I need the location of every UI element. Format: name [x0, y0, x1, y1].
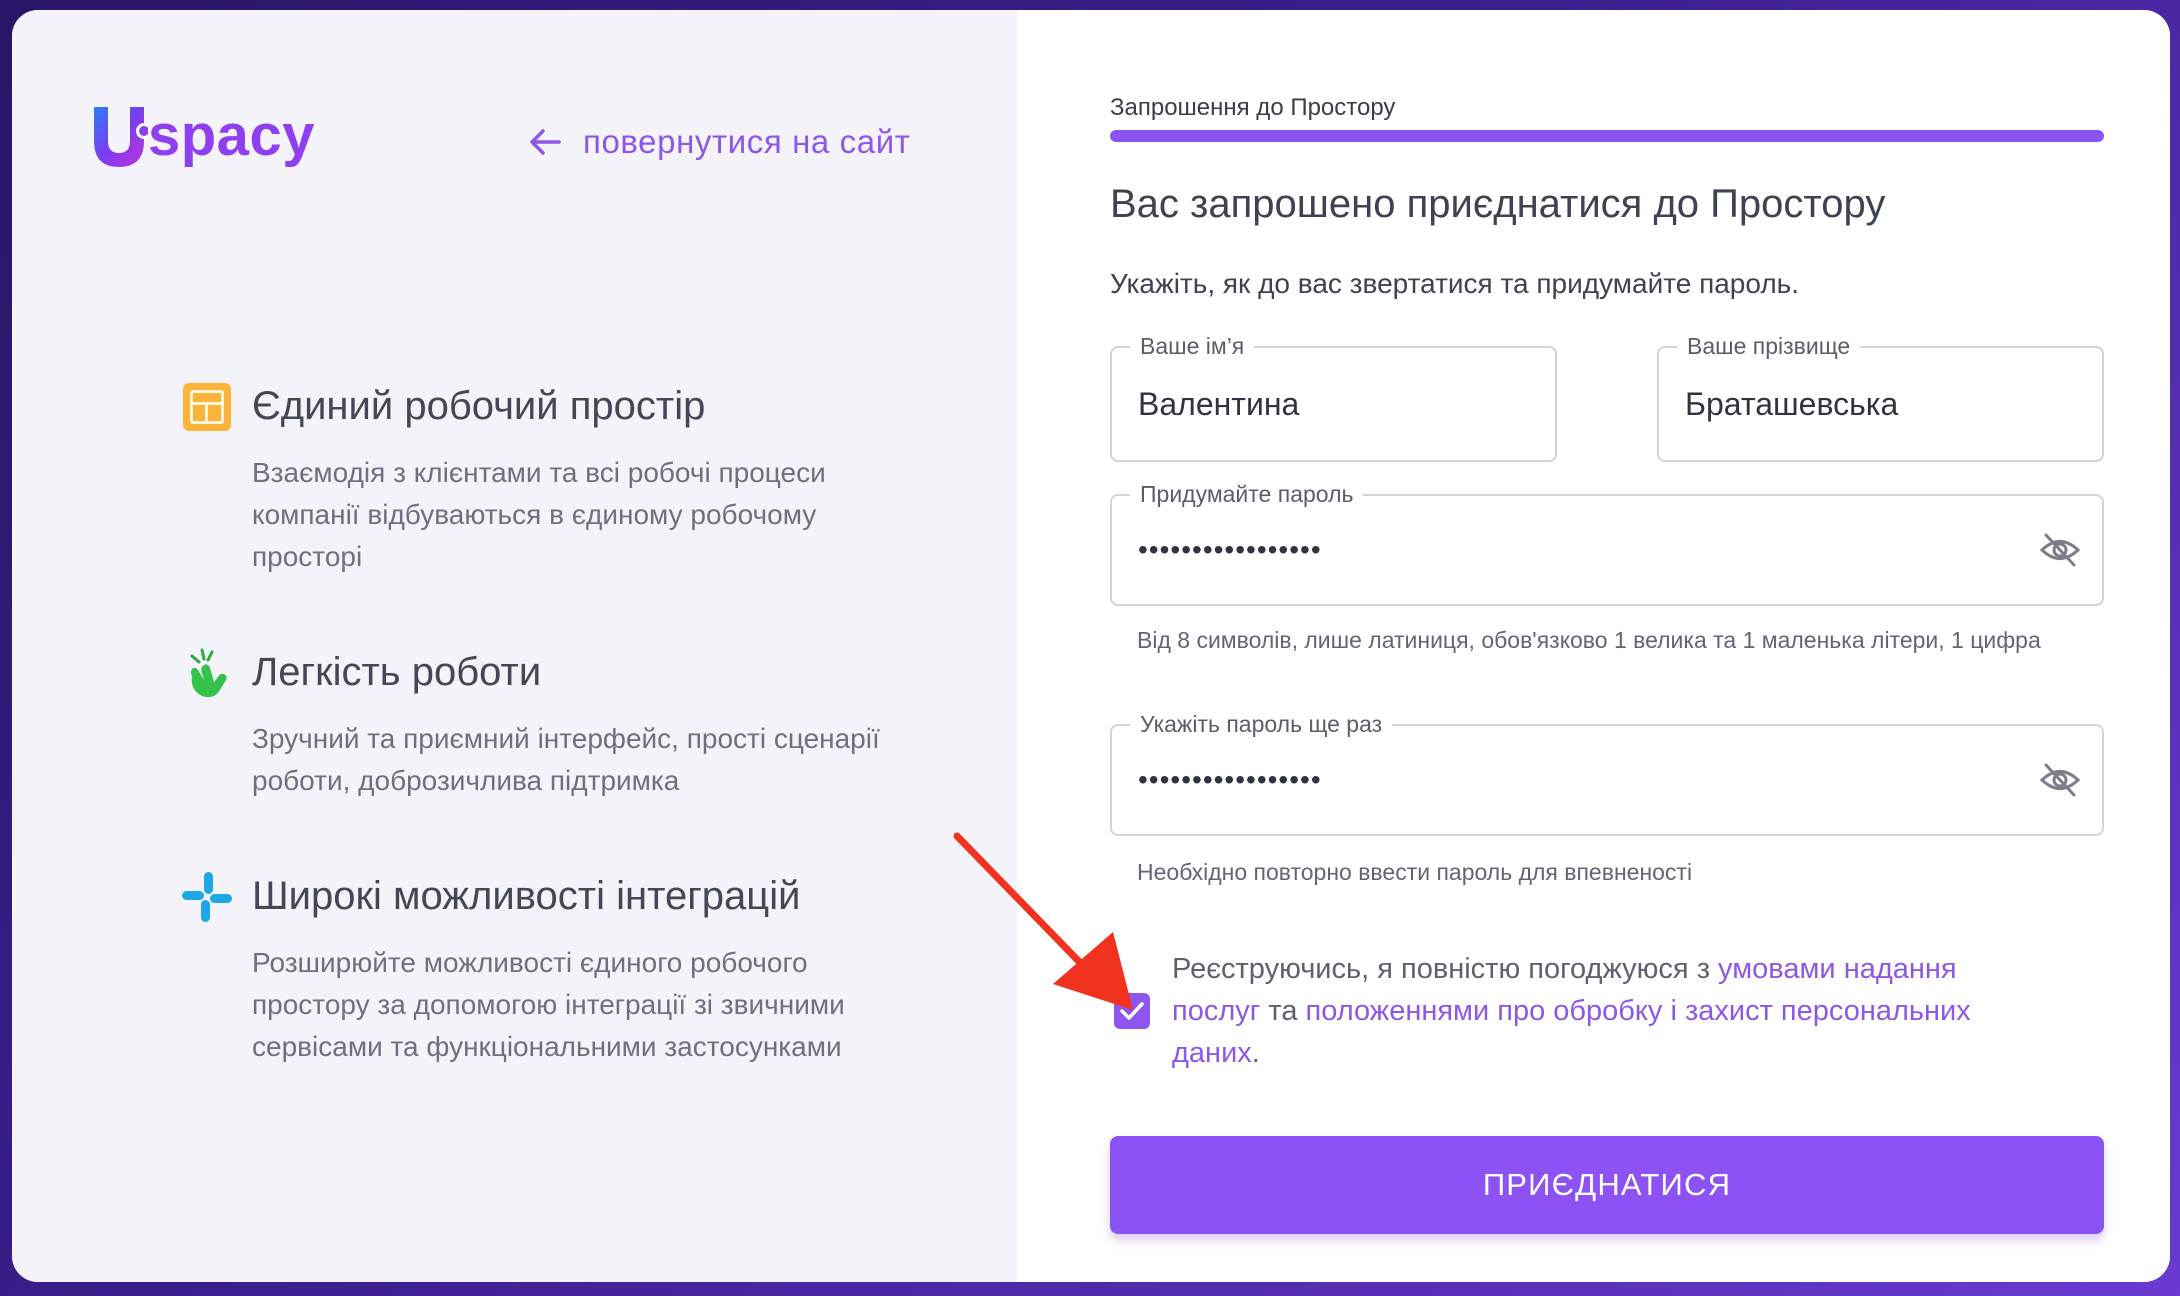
- feature-title: Легкість роботи: [252, 650, 542, 694]
- eye-off-icon[interactable]: [2038, 529, 2082, 571]
- password-value[interactable]: •••••••••••••••••: [1138, 496, 1322, 604]
- first-name-value[interactable]: Валентина: [1138, 348, 1299, 460]
- consent-text-after: .: [1251, 1037, 1260, 1069]
- back-to-site-link[interactable]: повернутися на сайт: [525, 122, 910, 162]
- uspacy-logo[interactable]: spacy: [90, 96, 315, 176]
- step-label: Запрошення до Простору: [1110, 94, 1396, 121]
- consent-text: Реєструючись, я повністю погоджуюся з ум…: [1172, 948, 2032, 1074]
- form-heading: Вас запрошено приєднатися до Простору: [1110, 182, 1886, 226]
- integrations-icon: [182, 872, 232, 922]
- arrow-left-icon: [530, 129, 561, 155]
- password-hint: Від 8 символів, лише латиниця, обов'язко…: [1137, 627, 2041, 653]
- feature-title: Широкі можливості інтеграцій: [252, 874, 801, 918]
- signup-card: spacy повернутися на сайт Єдиний робочий…: [12, 10, 2170, 1282]
- password-confirm-hint: Необхідно повторно ввести пароль для впе…: [1137, 859, 1693, 885]
- back-link-label: повернутися на сайт: [583, 123, 911, 160]
- finger-snap-icon: [190, 648, 227, 698]
- layout-grid-icon: [183, 383, 231, 431]
- last-name-field[interactable]: Ваше прізвище Браташевська: [1657, 332, 2104, 462]
- consent-text-middle: та: [1260, 995, 1306, 1027]
- password-confirm-value[interactable]: •••••••••••••••••: [1138, 726, 1322, 834]
- feature-description: Зручний та приємний інтерфейс, прості сц…: [252, 723, 880, 796]
- eye-off-icon[interactable]: [2038, 759, 2082, 801]
- logo-text: spacy: [148, 103, 315, 168]
- annotation-arrow-icon: [953, 832, 1133, 1010]
- form-subheading: Укажіть, як до вас звертатися та придума…: [1110, 268, 1800, 299]
- password-field[interactable]: Придумайте пароль •••••••••••••••••: [1110, 480, 2104, 606]
- logo-mark-icon: [94, 107, 148, 167]
- signup-form-panel: Запрошення до Простору Вас запрошено при…: [1017, 10, 2170, 1282]
- join-button[interactable]: ПРИЄДНАТИСЯ: [1110, 1136, 2104, 1234]
- last-name-value[interactable]: Браташевська: [1685, 348, 1898, 460]
- password-confirm-field[interactable]: Укажіть пароль ще раз •••••••••••••••••: [1110, 710, 2104, 836]
- feature-title: Єдиний робочий простір: [252, 384, 706, 428]
- feature-description: Взаємодія з клієнтами та всі робочі проц…: [252, 457, 826, 572]
- progress-bar: [1110, 130, 2104, 142]
- info-panel: spacy повернутися на сайт Єдиний робочий…: [12, 10, 1017, 1282]
- consent-text-before: Реєструючись, я повністю погоджуюся з: [1172, 953, 1719, 985]
- consent-block: Реєструючись, я повністю погоджуюся з ум…: [1110, 948, 2110, 1088]
- first-name-field[interactable]: Ваше ім’я Валентина: [1110, 332, 1557, 462]
- feature-description: Розширюйте можливості єдиного робочого п…: [252, 947, 845, 1062]
